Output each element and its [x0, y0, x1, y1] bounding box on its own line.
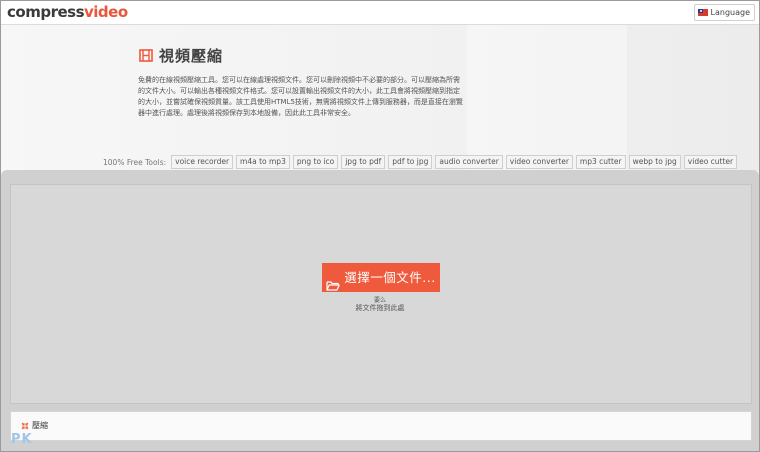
flag-icon	[697, 9, 708, 16]
compress-button[interactable]: 壓縮	[21, 420, 48, 431]
compress-bar: 壓縮	[10, 411, 752, 441]
logo-text-video: video	[84, 3, 128, 21]
compress-label: 壓縮	[32, 421, 48, 430]
tool-link-voice-recorder[interactable]: voice recorder	[171, 155, 234, 169]
tool-link-pdf-to-jpg[interactable]: pdf to jpg	[388, 155, 433, 169]
tool-link-video-cutter[interactable]: video cutter	[683, 155, 738, 169]
language-button[interactable]: Language	[693, 4, 755, 21]
language-label: Language	[710, 8, 750, 17]
hero-section: 視頻壓縮 免費的在線視頻壓縮工具。您可以在線處理視頻文件。您可以刪除視頻中不必要…	[1, 25, 759, 171]
logo-text-compress: compress	[7, 3, 85, 21]
page-description: 免費的在線視頻壓縮工具。您可以在線處理視頻文件。您可以刪除視頻中不必要的部分。可…	[138, 76, 463, 117]
choose-file-button[interactable]: 選擇一個文件...	[322, 263, 440, 292]
hero-highlight	[467, 25, 627, 171]
folder-open-icon	[326, 272, 341, 291]
tool-link-jpg-to-pdf[interactable]: jpg to pdf	[341, 155, 386, 169]
tool-link-png-to-ico[interactable]: png to ico	[292, 155, 339, 169]
top-header: compressvideo Language	[1, 1, 759, 25]
title-row: 視頻壓縮	[139, 45, 223, 66]
compress-icon	[21, 422, 29, 430]
file-drop-zone[interactable]	[10, 184, 752, 404]
page-title: 視頻壓縮	[159, 47, 224, 65]
tool-link-m4a-to-mp3[interactable]: m4a to mp3	[236, 155, 290, 169]
film-icon	[139, 49, 153, 62]
watermark-logo: PK	[11, 432, 33, 447]
choose-file-label: 選擇一個文件...	[344, 270, 436, 285]
tool-link-audio-converter[interactable]: audio converter	[435, 155, 503, 169]
free-tools-bar: 100% Free Tools: voice recorder m4a to m…	[103, 155, 738, 169]
logo[interactable]: compressvideo	[7, 3, 128, 21]
app-window: compressvideo Language 視頻壓縮 免費的在線視頻壓縮工具。…	[0, 0, 760, 452]
drag-hint-text: 將文件拖到此處	[355, 304, 405, 312]
tool-link-video-converter[interactable]: video converter	[505, 155, 573, 169]
free-tools-label: 100% Free Tools:	[103, 157, 167, 167]
tool-link-webp-to-jpg[interactable]: webp to jpg	[628, 155, 681, 169]
tool-link-mp3-cutter[interactable]: mp3 cutter	[575, 155, 626, 169]
